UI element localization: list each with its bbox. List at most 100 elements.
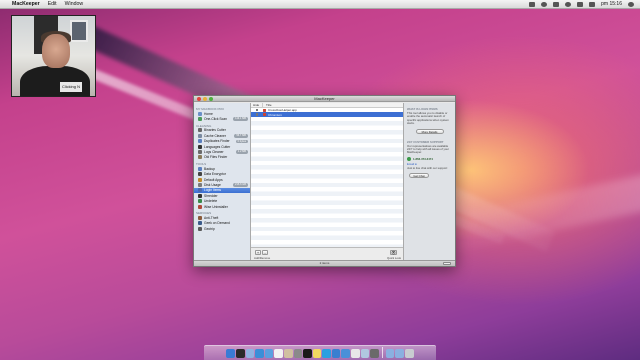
photos-icon[interactable] xyxy=(283,349,293,358)
sidebar-item-one-click-scan[interactable]: One-Click Scan 113.1 MB xyxy=(194,116,250,122)
sidebar-item-old-files-finder[interactable]: Old Files Finder xyxy=(194,155,250,160)
sidebar-item-label: Backup xyxy=(204,166,215,171)
sidebar: MY MACBOOK PRO Home One-Click Scan 113.1 MB… xyxy=(194,103,251,260)
itunes-icon[interactable] xyxy=(264,349,274,358)
menu-bar: MacKeeper Edit Window pm 15:16 xyxy=(0,0,640,9)
sidebar-item-label: Shredder xyxy=(204,193,218,198)
default-apps-icon xyxy=(198,177,202,182)
sidebar-item-label: Anti-Theft xyxy=(204,215,219,220)
data-encryptor-icon xyxy=(198,172,202,177)
resize-grip-icon[interactable] xyxy=(443,262,451,265)
webcam-background-picture xyxy=(70,20,88,42)
old-files-finder-icon xyxy=(198,155,202,160)
column-title[interactable]: Title xyxy=(263,103,403,107)
hide-checkbox[interactable] xyxy=(251,108,263,112)
home-icon xyxy=(198,111,202,116)
documents-folder-icon[interactable] xyxy=(385,349,395,358)
wifi-icon[interactable] xyxy=(565,1,572,7)
more-details-button[interactable]: More Details xyxy=(415,128,444,134)
terminal-icon[interactable] xyxy=(303,349,312,358)
size-badge: 0 bytes xyxy=(235,139,248,143)
wallpaper-streak xyxy=(430,165,640,256)
window-title: MacKeeper xyxy=(314,96,335,101)
cache-cleaner-icon xyxy=(198,133,202,138)
window-titlebar[interactable]: MacKeeper xyxy=(194,96,455,102)
duplicates-finder-icon xyxy=(198,139,202,144)
login-items-description: This tool allows you to disable or enabl… xyxy=(407,111,449,126)
notes-icon[interactable] xyxy=(312,349,322,358)
spotlight-icon[interactable] xyxy=(628,1,634,7)
sidebar-item-label: Data Encryptor xyxy=(204,172,226,177)
time-machine-icon[interactable] xyxy=(541,1,548,7)
webcam-person-head xyxy=(42,34,70,68)
quick-look-eye-icon[interactable]: 👁 xyxy=(390,250,397,255)
hide-checkbox[interactable] xyxy=(251,113,263,116)
dashboard-icon[interactable] xyxy=(235,349,245,358)
preview-icon[interactable] xyxy=(360,349,370,358)
volume-icon[interactable] xyxy=(577,1,584,7)
phone-icon xyxy=(407,156,411,161)
sidebar-item-label: Disk Usage xyxy=(204,182,221,187)
sidebar-item-label: Login Items xyxy=(204,188,222,193)
bluetooth-icon[interactable] xyxy=(553,1,560,7)
safari-icon[interactable] xyxy=(255,349,264,358)
sidebar-item-label: Languages Cutter xyxy=(204,144,231,149)
sidebar-item-label: Old Files Finder xyxy=(204,155,228,160)
menu-extras: pm 15:16 xyxy=(529,1,640,7)
column-hide[interactable]: Hide xyxy=(251,103,263,107)
geotrip-icon xyxy=(198,226,202,231)
app-icon xyxy=(263,113,266,117)
item-count: 2 items xyxy=(319,261,330,265)
sidebar-item-label: Cache Cleaner xyxy=(204,133,226,138)
app-store-icon[interactable] xyxy=(331,349,341,358)
add-button[interactable]: + xyxy=(255,250,261,255)
mail-icon[interactable] xyxy=(245,349,255,358)
size-badge: 1.2 MB xyxy=(235,150,248,154)
anti-theft-icon xyxy=(198,215,202,220)
finder-icon[interactable] xyxy=(226,349,235,358)
wise-uninstaller-icon xyxy=(198,204,202,209)
sidebar-item-label: Logs Cleaner xyxy=(204,150,224,155)
table-row[interactable]: Chromium xyxy=(251,112,403,117)
item-title: Chromium xyxy=(268,112,282,117)
remove-button[interactable]: - xyxy=(262,250,268,255)
table-footer: + - Add/Remove 👁 Quick Look xyxy=(251,247,403,260)
cpu-monitor-icon[interactable] xyxy=(529,1,536,7)
mackeeper-window: MacKeeper MY MACBOOK PRO Home One-Click Sc… xyxy=(193,95,456,267)
dock xyxy=(204,345,436,360)
live-chat-description: Just to live chat with our support: xyxy=(407,165,448,170)
utilities-icon[interactable] xyxy=(370,349,379,358)
system-preferences-icon[interactable] xyxy=(293,349,303,358)
app-menu[interactable]: MacKeeper xyxy=(12,1,40,7)
get-chat-button[interactable]: Get Chat xyxy=(409,173,429,179)
sidebar-item-label: Duplicates Finder xyxy=(204,139,230,144)
one-click-scan-icon xyxy=(198,117,202,122)
menu-window[interactable]: Window xyxy=(65,1,83,7)
sidebar-item-wise-uninstaller[interactable]: Wise Uninstaller xyxy=(194,204,250,209)
disk-usage-icon xyxy=(198,182,202,187)
binaries-cutter-icon xyxy=(198,128,202,133)
login-items-list: CrossOverHelper.app Chromium xyxy=(251,108,403,247)
calendar-icon[interactable] xyxy=(274,349,283,358)
window-content: MY MACBOOK PRO Home One-Click Scan 113.1 MB… xyxy=(194,103,455,260)
textedit-icon[interactable] xyxy=(351,349,360,358)
battery-icon[interactable] xyxy=(589,1,596,7)
sidebar-item-geotrip[interactable]: Geotrip xyxy=(194,226,250,231)
sidebar-item-label: Geek on Demand xyxy=(204,221,230,226)
webcam-shirt-print: Clicking N xyxy=(60,82,82,92)
downloads-folder-icon[interactable] xyxy=(395,349,405,358)
window-statusbar: 2 items xyxy=(194,260,455,266)
menu-clock[interactable]: pm 15:16 xyxy=(601,1,622,7)
sidebar-item-label: One-Click Scan xyxy=(204,117,227,122)
login-items-icon xyxy=(198,188,202,193)
mackeeper-icon[interactable] xyxy=(341,349,351,358)
sidebar-item-label: Wise Uninstaller xyxy=(204,204,228,209)
size-badge: 56.7 MB xyxy=(234,134,248,138)
size-badge: 216.6 GB xyxy=(233,183,248,187)
undelete-icon xyxy=(198,199,202,204)
skype-icon[interactable] xyxy=(322,349,331,358)
shredder-icon xyxy=(198,193,202,198)
menu-edit[interactable]: Edit xyxy=(48,1,57,7)
languages-cutter-icon xyxy=(198,144,202,149)
trash-icon[interactable] xyxy=(405,349,414,358)
